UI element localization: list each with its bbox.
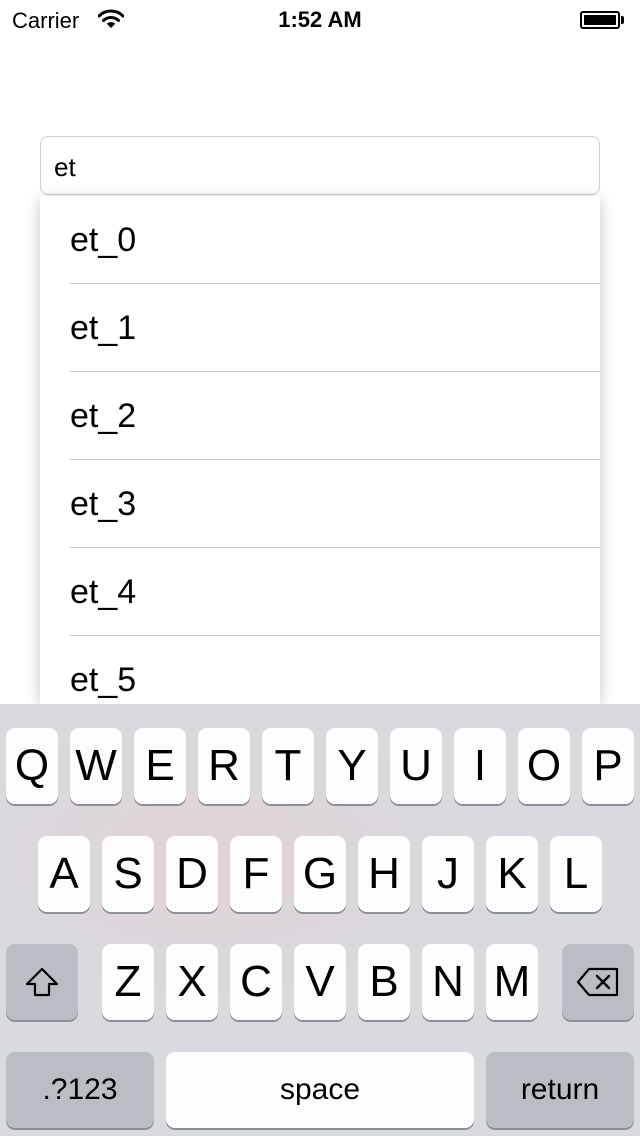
key-a-label: A bbox=[49, 849, 79, 898]
return-key[interactable]: return bbox=[486, 1052, 634, 1128]
suggestion-item[interactable]: et_5 bbox=[40, 636, 600, 704]
key-k[interactable]: K bbox=[486, 836, 538, 912]
key-w[interactable]: W bbox=[70, 728, 122, 804]
key-v-label: V bbox=[305, 957, 335, 1006]
suggestion-label: et_1 bbox=[70, 309, 137, 347]
key-c-label: C bbox=[240, 957, 272, 1006]
key-y[interactable]: Y bbox=[326, 728, 378, 804]
battery-icon bbox=[580, 11, 624, 29]
key-q-label: Q bbox=[14, 741, 50, 790]
suggestion-item[interactable]: et_1 bbox=[40, 284, 600, 372]
key-o-label: O bbox=[526, 741, 562, 790]
key-p[interactable]: P bbox=[582, 728, 634, 804]
numbers-key[interactable]: .?123 bbox=[6, 1052, 154, 1128]
key-s[interactable]: S bbox=[102, 836, 154, 912]
suggestion-label: et_2 bbox=[70, 397, 137, 435]
key-y-label: Y bbox=[337, 741, 367, 790]
key-x-label: X bbox=[177, 957, 207, 1006]
key-b-label: B bbox=[369, 957, 399, 1006]
key-n-label: N bbox=[432, 957, 464, 1006]
key-z[interactable]: Z bbox=[102, 944, 154, 1020]
status-bar: Carrier 1:52 AM bbox=[0, 0, 640, 40]
suggestions-list: et_0 et_1 et_2 et_3 et_4 et_5 bbox=[40, 196, 600, 704]
key-u[interactable]: U bbox=[390, 728, 442, 804]
key-h-label: H bbox=[368, 849, 400, 898]
key-l[interactable]: L bbox=[550, 836, 602, 912]
key-i[interactable]: I bbox=[454, 728, 506, 804]
suggestion-item[interactable]: et_0 bbox=[40, 196, 600, 284]
key-m-label: M bbox=[493, 957, 531, 1006]
search-input[interactable]: et bbox=[40, 136, 600, 195]
key-j[interactable]: J bbox=[422, 836, 474, 912]
key-n[interactable]: N bbox=[422, 944, 474, 1020]
key-i-label: I bbox=[473, 741, 487, 790]
key-v[interactable]: V bbox=[294, 944, 346, 1020]
key-p-label: P bbox=[593, 741, 623, 790]
key-d[interactable]: D bbox=[166, 836, 218, 912]
key-x[interactable]: X bbox=[166, 944, 218, 1020]
key-t[interactable]: T bbox=[262, 728, 314, 804]
key-b[interactable]: B bbox=[358, 944, 410, 1020]
delete-key[interactable] bbox=[562, 944, 634, 1020]
key-a[interactable]: A bbox=[38, 836, 90, 912]
key-u-label: U bbox=[400, 741, 432, 790]
space-key[interactable]: space bbox=[166, 1052, 474, 1128]
shift-icon bbox=[24, 966, 60, 998]
key-m[interactable]: M bbox=[486, 944, 538, 1020]
key-c[interactable]: C bbox=[230, 944, 282, 1020]
clock: 1:52 AM bbox=[278, 7, 362, 32]
key-e-label: E bbox=[145, 741, 175, 790]
suggestion-label: et_0 bbox=[70, 221, 137, 259]
shift-key[interactable] bbox=[6, 944, 78, 1020]
delete-icon bbox=[576, 967, 620, 997]
search-input-value: et bbox=[54, 152, 76, 182]
key-z-label: Z bbox=[114, 957, 142, 1006]
key-r[interactable]: R bbox=[198, 728, 250, 804]
suggestion-label: et_4 bbox=[70, 573, 137, 611]
key-r-label: R bbox=[208, 741, 240, 790]
suggestion-item[interactable]: et_2 bbox=[40, 372, 600, 460]
key-j-label: J bbox=[437, 849, 459, 898]
key-s-label: S bbox=[113, 849, 143, 898]
key-d-label: D bbox=[176, 849, 208, 898]
key-g-label: G bbox=[302, 849, 338, 898]
key-g[interactable]: G bbox=[294, 836, 346, 912]
suggestion-item[interactable]: et_4 bbox=[40, 548, 600, 636]
key-w-label: W bbox=[75, 741, 117, 790]
key-h[interactable]: H bbox=[358, 836, 410, 912]
suggestion-label: et_3 bbox=[70, 485, 137, 523]
key-f-label: F bbox=[242, 849, 270, 898]
key-f[interactable]: F bbox=[230, 836, 282, 912]
return-key-label: return bbox=[520, 1073, 600, 1106]
key-q[interactable]: Q bbox=[6, 728, 58, 804]
numbers-key-label: .?123 bbox=[42, 1073, 118, 1106]
suggestion-item[interactable]: et_3 bbox=[40, 460, 600, 548]
suggestion-label: et_5 bbox=[70, 661, 137, 699]
space-key-label: space bbox=[279, 1073, 361, 1106]
key-t-label: T bbox=[274, 741, 302, 790]
key-k-label: K bbox=[497, 849, 527, 898]
key-l-label: L bbox=[563, 849, 589, 898]
key-e[interactable]: E bbox=[134, 728, 186, 804]
key-o[interactable]: O bbox=[518, 728, 570, 804]
keyboard: Q W E R T Y U I O P A S D F G H J K L Z X C V B N M .?123 space retu… bbox=[0, 704, 640, 1136]
